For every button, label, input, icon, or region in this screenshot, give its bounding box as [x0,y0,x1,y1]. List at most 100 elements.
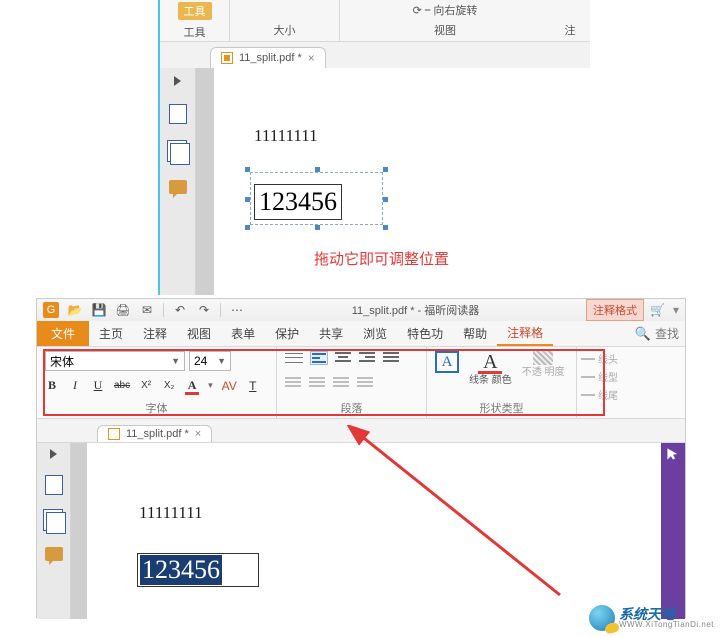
subscript-button[interactable]: X₂ [162,380,176,391]
app-icon[interactable]: G [43,302,59,318]
italic-button[interactable]: I [68,378,82,393]
redo-icon[interactable]: ↷ [196,302,212,318]
more-icon[interactable]: ⋯ [229,302,245,318]
font-family-dropdown[interactable]: 宋体 ▼ [45,351,185,371]
align-justify-button[interactable] [383,352,399,364]
size-group: 大小 [230,0,340,41]
watermark-cn: 系统天地 [619,607,714,621]
view-group: ⟳ ⎯ 向右旋转 视图 [340,0,550,41]
text-line-1: 11111111 [139,503,203,523]
document-tab[interactable]: 11_split.pdf * × [97,425,212,442]
line-head-button: 线头 [581,351,645,366]
email-icon[interactable]: ✉ [139,302,155,318]
chevron-down-icon[interactable]: ▾ [208,380,213,391]
line-color-button[interactable]: A 线条 颜色 [469,351,512,386]
text-box[interactable]: 123456 [254,184,342,220]
file-button[interactable]: 文件 [37,321,89,346]
open-icon[interactable]: 📂 [67,302,83,318]
document-tab[interactable]: 11_split.pdf * × [210,47,326,68]
menu-share[interactable]: 共享 [309,321,353,346]
quick-access-toolbar: G 📂 💾 🖨 ✉ ↶ ↷ ⋯ [37,302,245,318]
selected-text: 123456 [140,555,222,585]
document-area: 11111111 123456 拖动它即可调整位置 [160,68,590,295]
pages-icon[interactable] [45,511,63,531]
line-tail-button: 线尾 [581,387,645,402]
chevron-down-icon[interactable]: ▾ [673,303,679,317]
shape-group: A A 线条 颜色 不透 明度 形状类型 [427,347,577,418]
watermark: 系统天地 WWW.XiTongTianDi.net [589,605,714,631]
line-style-group: 线头 线型 线尾 [577,347,649,418]
document-tab-bar: 11_split.pdf * × [160,42,590,68]
rotate-icon: ⟳ [413,4,422,17]
nav-sidebar [160,68,196,295]
annotation-hint: 拖动它即可调整位置 [314,248,449,269]
menu-browse[interactable]: 浏览 [353,321,397,346]
font-size-dropdown[interactable]: 24 ▼ [189,351,231,371]
menu-annot-format[interactable]: 注释格 [497,321,553,346]
cursor-icon [666,447,680,461]
bullet-list-icon[interactable] [285,351,303,365]
shape-group-label: 形状类型 [435,400,568,416]
indent-dec-button[interactable] [285,377,301,389]
text-cursor-area[interactable] [222,555,256,585]
search-icon: 🔍 [635,326,651,342]
page-canvas[interactable]: 11111111 123456 拖动它即可调整位置 [214,68,590,295]
tool-badge[interactable]: 工具 [178,2,212,20]
opacity-button[interactable]: 不透 明度 [522,351,565,386]
chevron-down-icon: ▼ [171,356,180,366]
comments-icon[interactable] [45,547,63,561]
line-style-button: 线型 [581,369,645,384]
undo-icon[interactable]: ↶ [172,302,188,318]
text-box-editing[interactable]: 123456 [137,553,259,587]
opacity-label: 不透 明度 [522,367,565,378]
comments-icon[interactable] [169,180,187,194]
superscript-button[interactable]: X² [139,380,153,391]
tool-group-label: 工具 [184,24,206,40]
selected-text-frame[interactable]: 123456 [254,176,379,221]
right-tool-strip[interactable] [661,443,685,619]
menu-protect[interactable]: 保护 [265,321,309,346]
close-icon[interactable]: × [308,51,315,65]
print-icon[interactable]: 🖨 [115,302,131,318]
top-screenshot: 工具 工具 大小 ⟳ ⎯ 向右旋转 视图 注 11_split.pdf * × [158,0,590,295]
ruler-icon: ⎯ [425,4,431,17]
menu-help[interactable]: 帮助 [453,321,497,346]
page-thumb-icon[interactable] [169,104,187,124]
strikethrough-button[interactable]: abc [114,380,130,391]
text-box-shape-button[interactable]: A [435,351,459,386]
page-canvas[interactable]: 11111111 123456 [87,443,661,619]
search-box[interactable]: 🔍 查找 [635,321,685,346]
menu-form[interactable]: 表单 [221,321,265,346]
pages-icon[interactable] [169,142,187,162]
nav-sidebar [37,443,71,619]
line-spacing-button[interactable] [333,377,349,389]
align-left-button[interactable] [311,352,327,364]
chevron-down-icon: ▼ [217,356,226,366]
page-thumb-icon[interactable] [45,475,63,495]
window-title: 11_split.pdf * - 福昕阅读器 [245,302,586,318]
document-tab-bar: 11_split.pdf * × [37,419,685,443]
menu-feature[interactable]: 特色功 [397,321,453,346]
document-area: 11111111 123456 [37,443,685,619]
align-right-button[interactable] [359,352,375,364]
align-center-button[interactable] [335,352,351,364]
text-line-1: 11111111 [254,126,318,146]
close-icon[interactable]: × [195,428,201,440]
menu-comment[interactable]: 注释 [133,321,177,346]
para-spacing-button[interactable] [357,377,373,389]
separator [220,303,221,317]
indent-inc-button[interactable] [309,377,325,389]
expand-icon[interactable] [174,76,181,86]
save-icon[interactable]: 💾 [91,302,107,318]
cart-icon[interactable]: 🛒 [650,303,665,317]
underline-button[interactable]: U [91,378,105,393]
menu-view[interactable]: 视图 [177,321,221,346]
text-effect-button[interactable]: T [246,379,260,393]
font-color-button[interactable]: A [185,378,199,393]
title-bar: G 📂 💾 🖨 ✉ ↶ ↷ ⋯ 11_split.pdf * - 福昕阅读器 注… [37,299,685,321]
rotate-right-button[interactable]: ⟳ ⎯ 向右旋转 [413,2,478,18]
expand-icon[interactable] [50,449,57,459]
bold-button[interactable]: B [45,378,59,393]
menu-home[interactable]: 主页 [89,321,133,346]
char-spacing-button[interactable]: AV [222,379,237,393]
